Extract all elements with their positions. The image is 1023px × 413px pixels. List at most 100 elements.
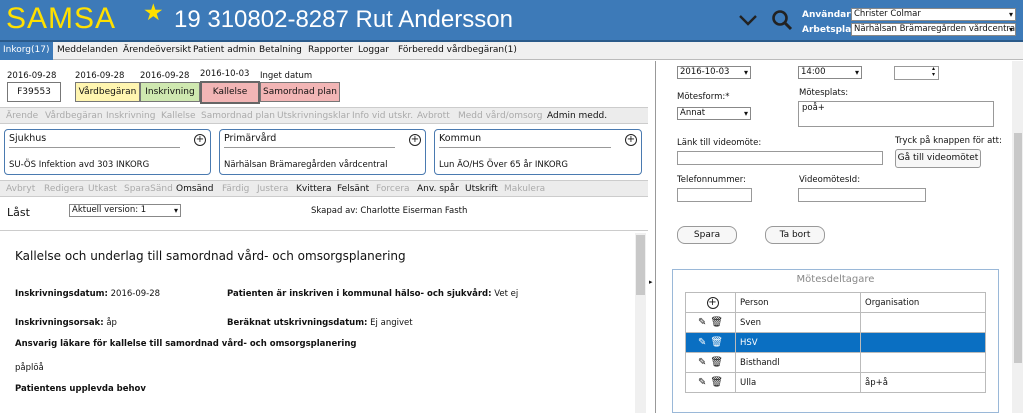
field-label: Ansvarig läkare för kallelse till samord…: [15, 339, 357, 349]
video-id-input[interactable]: [798, 188, 926, 202]
tab-admin-message[interactable]: Admin medd.: [547, 111, 607, 121]
trash-icon[interactable]: 🗑: [710, 317, 723, 328]
meeting-date-select[interactable]: 2016-10-03: [677, 66, 751, 79]
trash-icon[interactable]: 🗑: [710, 377, 723, 388]
expand-arrow-icon[interactable]: ▸: [649, 278, 653, 286]
case-id-box: F39553: [7, 82, 61, 102]
trash-icon[interactable]: 🗑: [710, 337, 723, 348]
phone-label: Telefonnummer:: [677, 175, 746, 185]
field-label: Patientens upplevda behov: [15, 384, 146, 394]
participants-panel: Mötesdeltagare + Person Organisation ✎ 🗑 …: [672, 269, 999, 413]
tab-enrollment[interactable]: Inskrivning: [106, 111, 155, 121]
date-label: 2016-10-03: [200, 69, 250, 79]
search-icon[interactable]: [770, 8, 794, 32]
edit-icon[interactable]: ✎: [698, 337, 706, 348]
star-icon[interactable]: ★: [143, 0, 164, 26]
participant-organisation: [860, 312, 986, 333]
case-toolbar: Ärende Vårdbegäran Inskrivning Kallelse …: [0, 107, 648, 124]
print-button[interactable]: Utskrift: [465, 184, 498, 194]
table-row[interactable]: ✎ 🗑 Bisthandl: [685, 352, 986, 373]
participant-organisation: [860, 332, 986, 353]
workplace-select[interactable]: Närhälsan Brämaregården vårdcentra: [851, 23, 1016, 36]
tab-summons[interactable]: Kallelse: [161, 111, 196, 121]
save-send-button[interactable]: SparaSänd: [124, 184, 173, 194]
field-value: 2016-09-28: [110, 289, 161, 299]
stage-enrollment[interactable]: Inskrivning: [140, 82, 200, 102]
edit-button[interactable]: Redigera: [44, 184, 84, 194]
tab-case[interactable]: Ärende: [6, 111, 38, 121]
edit-icon[interactable]: ✎: [698, 377, 706, 388]
tab-coordinated-plan[interactable]: Samordnad plan: [201, 111, 275, 121]
scrollbar-thumb[interactable]: [1014, 133, 1022, 363]
add-icon[interactable]: +: [194, 134, 206, 146]
draft-button[interactable]: Utkast: [88, 184, 117, 194]
table-row[interactable]: ✎ 🗑 HSV: [685, 332, 986, 353]
stage-care-request[interactable]: Vårdbegäran: [75, 82, 140, 102]
table-row[interactable]: ✎ 🗑 Sven: [685, 312, 986, 333]
acknowledge-button[interactable]: Kvittera: [296, 184, 332, 194]
save-button[interactable]: Spara: [677, 226, 737, 244]
go-to-video-button[interactable]: Gå till videomötet: [895, 149, 981, 168]
column-header-organisation: Organisation: [860, 292, 986, 313]
tab-discharge-ready[interactable]: Utskrivningsklar: [277, 111, 350, 121]
document-toolbar: Avbryt Redigera Utkast SparaSänd Omsänd …: [0, 180, 648, 197]
void-button[interactable]: Makulera: [504, 184, 545, 194]
menu-logs[interactable]: Loggar: [358, 45, 389, 55]
edit-icon[interactable]: ✎: [698, 357, 706, 368]
card-title: Kommun: [439, 133, 482, 144]
menu-inbox[interactable]: Inkorg(17): [0, 42, 53, 60]
cancel-button[interactable]: Avbryt: [6, 184, 35, 194]
duration-spinner[interactable]: ▴ ▾: [894, 66, 939, 80]
missent-button[interactable]: Felsänt: [337, 184, 369, 194]
done-button[interactable]: Färdig: [222, 184, 249, 194]
spinner-icon[interactable]: ▴ ▾: [932, 66, 935, 78]
menu-case-overview[interactable]: Ärendeöversikt: [123, 45, 191, 55]
card-hospital: Sjukhus + SU-ÖS Infektion avd 303 INKORG: [4, 129, 211, 175]
force-button[interactable]: Forcera: [376, 184, 410, 194]
scrollbar-thumb[interactable]: [636, 235, 645, 295]
stage-coordinated-plan[interactable]: Samordnad plan: [260, 82, 340, 102]
scrollbar[interactable]: [635, 233, 646, 413]
version-select[interactable]: Aktuell version: 1: [69, 204, 181, 217]
menu-payment[interactable]: Betalning: [259, 45, 302, 55]
menu-messages[interactable]: Meddelanden: [57, 45, 118, 55]
main-menu: Inkorg(17) Meddelanden Ärendeöversikt Pa…: [0, 42, 1023, 60]
adjust-button[interactable]: Justera: [257, 184, 288, 194]
table-row[interactable]: ✎ 🗑 Ulla åp+å: [685, 372, 986, 393]
add-icon[interactable]: +: [625, 134, 637, 146]
edit-icon[interactable]: ✎: [698, 317, 706, 328]
menu-prepared-request[interactable]: Förberedd vårdbegäran(1): [398, 45, 517, 55]
card-value: Närhälsan Brämaregården vårdcentral: [224, 160, 388, 170]
date-label: 2016-09-28: [140, 71, 190, 81]
meeting-place-label: Mötesplats:: [799, 88, 849, 98]
column-header-person: Person: [735, 292, 861, 313]
phone-input[interactable]: [677, 188, 752, 202]
date-label: 2016-09-28: [75, 71, 125, 81]
chevron-down-icon[interactable]: [736, 8, 760, 32]
participant-person: HSV: [735, 332, 861, 353]
locked-label: Låst: [7, 206, 30, 219]
delete-button[interactable]: Ta bort: [765, 226, 825, 244]
stage-summons[interactable]: Kallelse: [200, 81, 260, 104]
trash-icon[interactable]: 🗑: [710, 357, 723, 368]
field-value: Ej angivet: [370, 318, 413, 328]
add-participant-icon[interactable]: +: [706, 296, 719, 309]
menu-patient-admin[interactable]: Patient admin: [193, 45, 255, 55]
participant-person: Bisthandl: [735, 352, 861, 373]
menu-reports[interactable]: Rapporter: [308, 45, 353, 55]
tab-interruption[interactable]: Avbrott: [417, 111, 450, 121]
video-link-input[interactable]: [677, 151, 883, 165]
resend-button[interactable]: Omsänd: [176, 184, 213, 194]
meeting-time-select[interactable]: 14:00: [798, 66, 862, 79]
meeting-place-input[interactable]: poå+: [798, 101, 994, 127]
user-select[interactable]: Christer Colmar: [851, 8, 1016, 21]
scrollbar[interactable]: [1012, 61, 1023, 413]
case-panel: 2016-09-28 2016-09-28 2016-09-28 2016-10…: [0, 61, 648, 413]
tab-care-message[interactable]: Medd vård/omsorg: [458, 111, 542, 121]
video-link-label: Länk till videomöte:: [677, 138, 762, 148]
add-icon[interactable]: +: [409, 134, 421, 146]
trace-button[interactable]: Anv. spår: [417, 184, 459, 194]
tab-discharge-info[interactable]: Info vid utskr.: [352, 111, 413, 121]
meeting-form-select[interactable]: Annat: [677, 107, 751, 120]
tab-care-request[interactable]: Vårdbegäran: [45, 111, 103, 121]
